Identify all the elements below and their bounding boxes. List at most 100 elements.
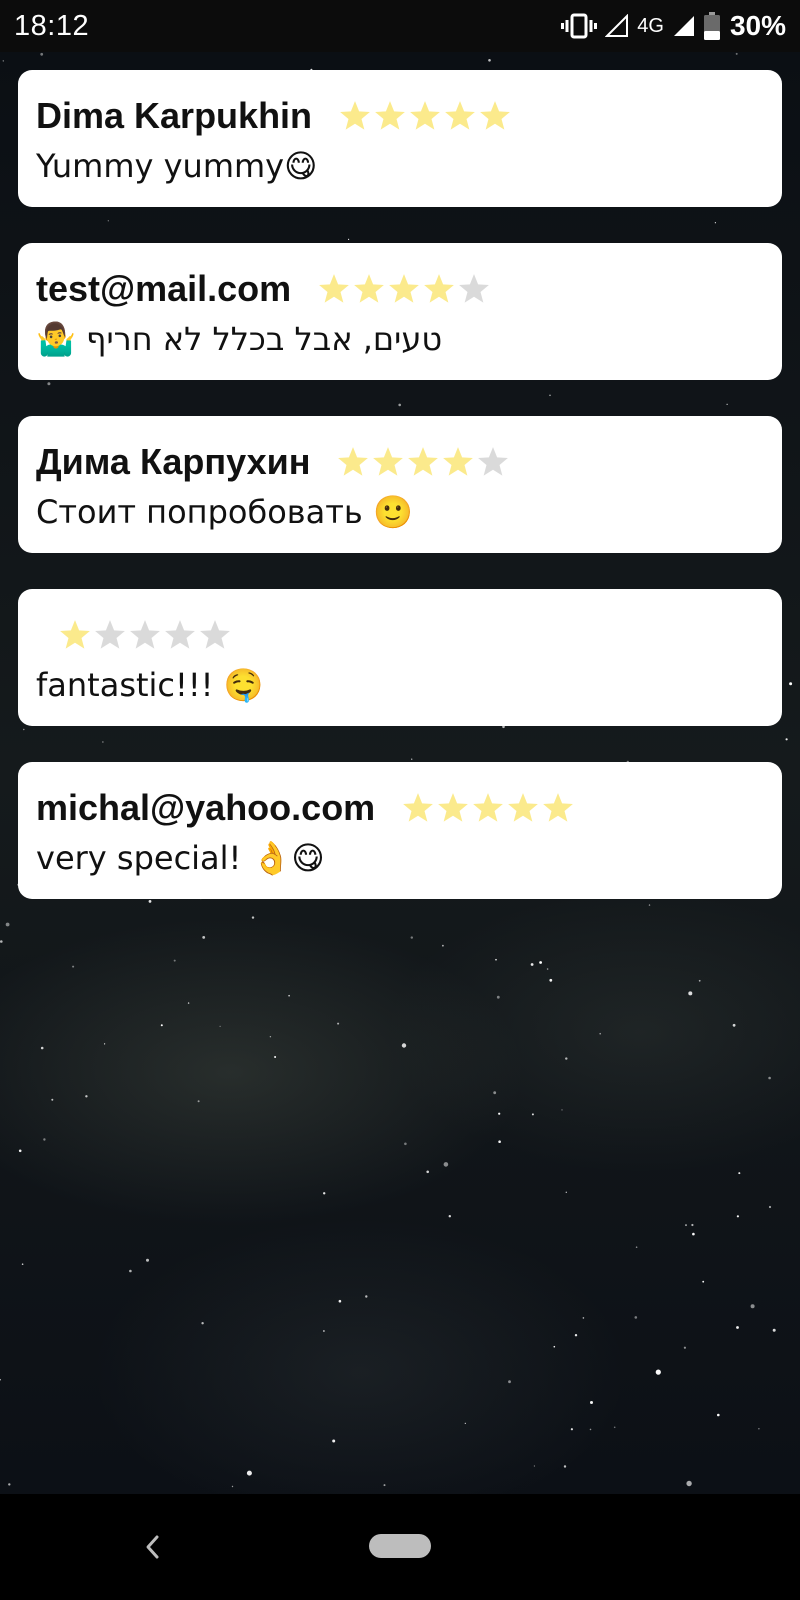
network-type: 4G xyxy=(637,14,664,37)
background-star xyxy=(383,1484,386,1487)
background-star xyxy=(508,1380,511,1384)
background-star xyxy=(443,1162,449,1167)
background-star xyxy=(565,1191,567,1194)
background-star xyxy=(269,1036,272,1038)
background-star xyxy=(40,1046,44,1050)
background-star xyxy=(635,1246,638,1248)
review-text: very special! 👌😋 xyxy=(36,839,325,877)
background-star xyxy=(231,1485,234,1488)
review-list[interactable]: Dima Karpukhin Yummy yummy😋 test@mail.com ט… xyxy=(18,70,782,935)
background-star xyxy=(539,961,542,964)
background-star xyxy=(21,1263,24,1265)
background-star xyxy=(493,1091,497,1095)
star-filled-icon xyxy=(410,101,440,130)
home-pill-icon[interactable] xyxy=(369,1534,431,1558)
background-star xyxy=(738,1172,741,1175)
review-card[interactable]: Dima Karpukhin Yummy yummy😋 xyxy=(18,70,782,207)
star-empty-icon xyxy=(459,274,490,303)
review-card[interactable]: test@mail.com טעים, אבל בכלל לא חריף 🤷‍♂️ xyxy=(18,243,782,380)
review-card[interactable]: Дима Карпухин Стоит попробовать 🙂 xyxy=(18,416,782,553)
star-filled-icon xyxy=(389,274,420,303)
star-filled-icon xyxy=(543,793,574,822)
star-filled-icon xyxy=(438,793,469,822)
star-empty-icon xyxy=(200,620,230,649)
background-star xyxy=(772,1328,776,1332)
star-filled-icon xyxy=(319,274,350,303)
background-star xyxy=(5,922,10,927)
review-card[interactable]: fantastic!!! 🤤 xyxy=(18,589,782,726)
background-star xyxy=(768,1076,771,1080)
background-star xyxy=(187,1002,190,1004)
signal-icon xyxy=(605,14,629,37)
background-star xyxy=(197,1100,200,1103)
background-star xyxy=(201,1322,204,1325)
star-rating xyxy=(336,445,510,479)
background-star xyxy=(274,1056,277,1058)
background-star xyxy=(758,1428,760,1430)
review-text: fantastic!!! 🤤 xyxy=(36,666,264,704)
star-rating xyxy=(401,791,575,825)
star-filled-icon xyxy=(375,101,405,130)
navigation-bar xyxy=(0,1494,800,1600)
vibrate-icon xyxy=(561,13,598,39)
star-rating xyxy=(338,99,512,133)
review-text: Стоит попробовать 🙂 xyxy=(36,493,413,531)
background-star xyxy=(495,958,497,961)
star-filled-icon xyxy=(340,101,370,130)
background-star xyxy=(442,944,444,947)
background-star xyxy=(686,1480,692,1487)
background-star xyxy=(634,1316,638,1319)
background-star xyxy=(613,1426,616,1429)
review-text: טעים, אבל בכלל לא חריף 🤷‍♂️ xyxy=(36,320,443,358)
background-star xyxy=(553,1345,556,1348)
background-star xyxy=(104,1043,106,1045)
background-star xyxy=(570,1428,574,1431)
background-star xyxy=(789,682,793,686)
background-star xyxy=(533,1465,536,1467)
background-star xyxy=(43,1138,46,1141)
background-star xyxy=(683,1346,687,1349)
background-star xyxy=(561,1109,563,1111)
background-star xyxy=(202,936,206,939)
review-text: Yummy yummy😋 xyxy=(36,147,318,185)
review-card[interactable]: michal@yahoo.com very special! 👌😋 xyxy=(18,762,782,899)
background-star xyxy=(691,1223,694,1227)
review-header xyxy=(36,611,764,659)
background-star xyxy=(688,991,693,996)
background-star xyxy=(8,1483,11,1486)
star-filled-icon xyxy=(354,274,385,303)
background-star xyxy=(2,60,4,62)
background-star xyxy=(582,1317,585,1319)
background-star xyxy=(246,1470,252,1476)
star-rating xyxy=(317,272,491,306)
background-star xyxy=(546,968,549,970)
star-filled-icon xyxy=(443,447,474,476)
background-star xyxy=(549,978,553,982)
review-header: michal@yahoo.com xyxy=(36,784,764,832)
back-chevron-icon[interactable] xyxy=(138,1530,168,1564)
reviewer-name: Dima Karpukhin xyxy=(36,95,313,136)
status-icons: 4G 30% xyxy=(561,10,786,42)
background-star xyxy=(735,52,738,55)
background-star xyxy=(337,1022,340,1025)
star-empty-icon xyxy=(478,447,509,476)
review-header: test@mail.com xyxy=(36,265,764,313)
background-star xyxy=(768,1205,772,1209)
background-star xyxy=(590,1401,593,1404)
background-star xyxy=(531,1113,534,1116)
background-star xyxy=(323,1192,326,1195)
background-star xyxy=(589,1428,592,1431)
background-star xyxy=(498,1140,501,1143)
background-star xyxy=(173,959,176,962)
background-star xyxy=(85,1095,88,1098)
star-filled-icon xyxy=(338,447,369,476)
star-filled-icon xyxy=(445,101,475,130)
background-star xyxy=(717,1413,720,1417)
background-star xyxy=(129,1269,132,1273)
background-star xyxy=(219,1025,221,1027)
star-filled-icon xyxy=(424,274,455,303)
background-star xyxy=(146,1258,149,1262)
star-filled-icon xyxy=(480,101,510,130)
star-filled-icon xyxy=(408,447,439,476)
background-star xyxy=(736,1215,740,1218)
